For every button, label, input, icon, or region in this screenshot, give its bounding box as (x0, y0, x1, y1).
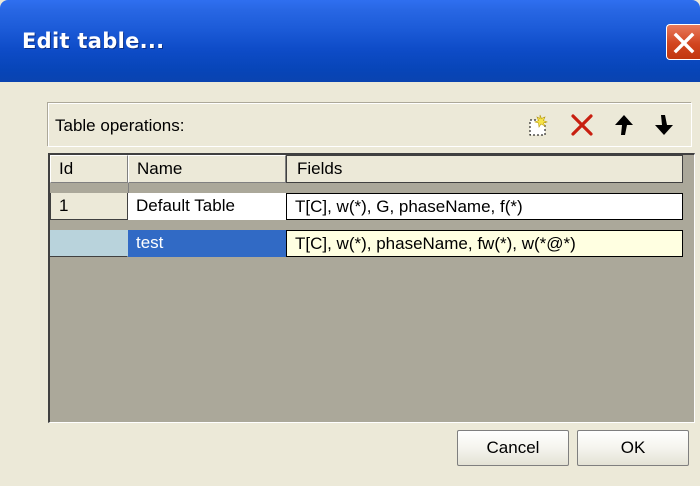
dialog-title: Edit table... (22, 29, 165, 53)
column-header-name[interactable]: Name (128, 155, 286, 183)
row-1-id[interactable]: 1 (50, 193, 128, 220)
title-bar: Edit table... (0, 0, 700, 82)
row-2-id[interactable] (50, 230, 128, 257)
close-icon (673, 32, 695, 54)
table-operations-label: Table operations: (55, 116, 185, 135)
column-header-fields[interactable]: Fields (286, 155, 683, 183)
column-header-id[interactable]: Id (50, 155, 128, 183)
move-down-button[interactable] (651, 112, 677, 138)
row-1-name[interactable]: Default Table (128, 193, 286, 220)
cancel-button[interactable]: Cancel (457, 430, 569, 466)
close-button[interactable] (666, 24, 700, 60)
row-2-fields[interactable]: T[C], w(*), phaseName, fw(*), w(*@*) (286, 230, 683, 257)
move-up-button[interactable] (611, 112, 637, 138)
ok-button[interactable]: OK (577, 430, 689, 466)
row-1-fields[interactable]: T[C], w(*), G, phaseName, f(*) (286, 193, 683, 220)
table-operations-bar: Table operations: (47, 102, 692, 147)
delete-icon (571, 114, 593, 136)
column-divider (128, 183, 129, 193)
table-grid: Id Name Fields 1 Default Table T[C], w(*… (48, 153, 695, 423)
table-header: Id Name Fields (50, 155, 693, 183)
delete-table-button[interactable] (569, 112, 595, 138)
move-down-icon (655, 115, 673, 135)
row-2-name[interactable]: test (128, 230, 286, 257)
new-table-icon (529, 114, 548, 136)
move-up-icon (615, 115, 633, 135)
new-table-button[interactable] (525, 112, 551, 138)
